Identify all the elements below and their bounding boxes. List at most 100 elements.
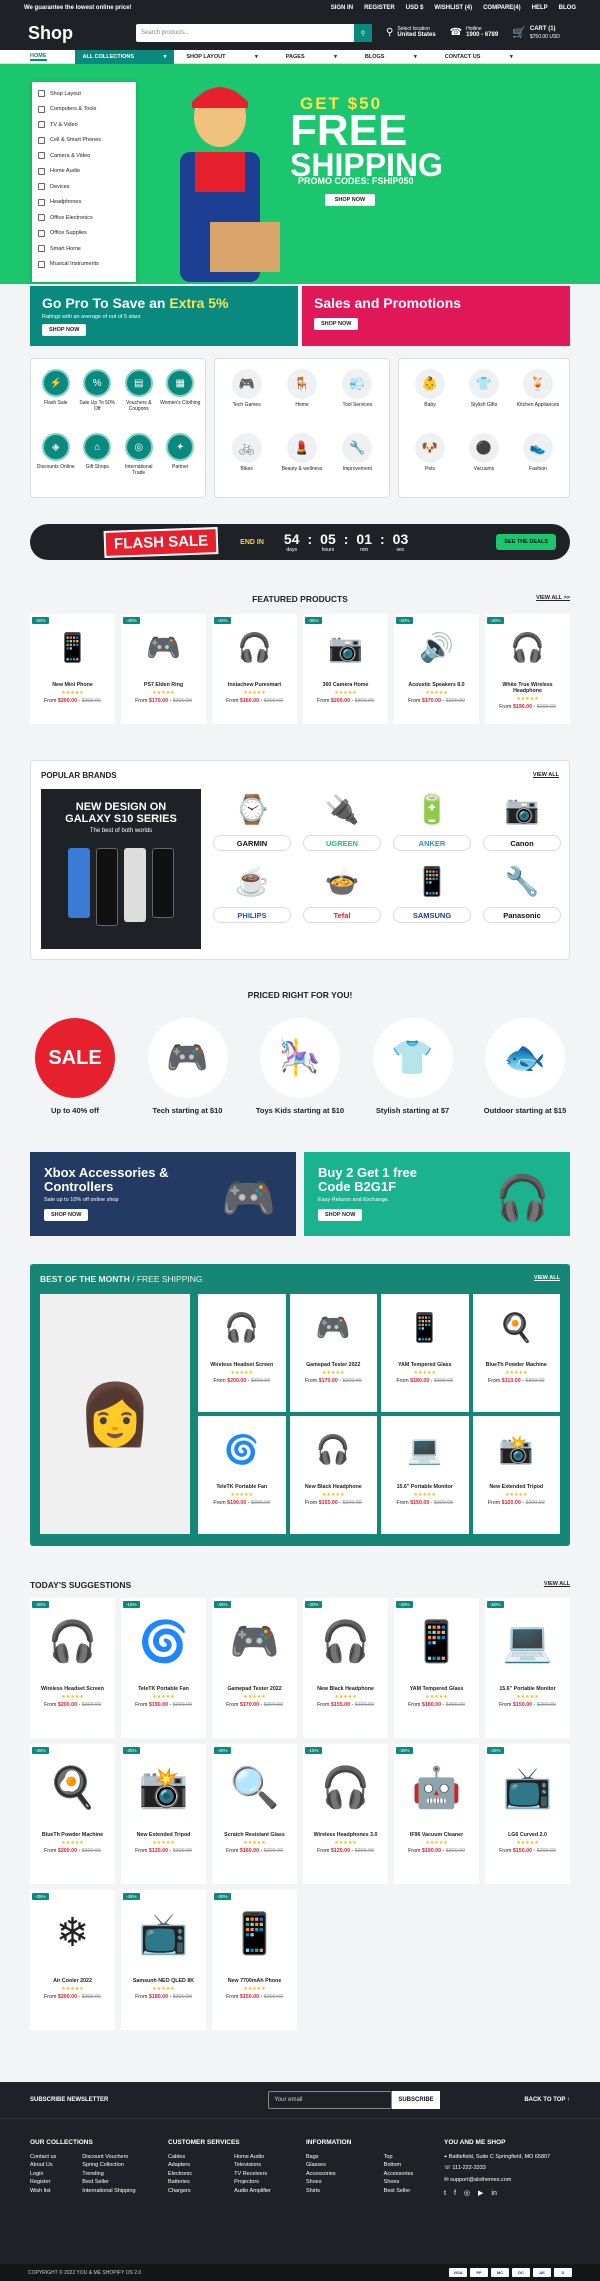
footer-link[interactable]: Best Seller	[384, 2187, 414, 2196]
product-name[interactable]: BlueTh Powder Machine	[476, 1362, 558, 1368]
product-image[interactable]: 🍳	[476, 1298, 558, 1356]
category-kitchen[interactable]: 🍹 Kitchen Appliances	[511, 369, 565, 423]
product-name[interactable]: Wireless Headset Screen	[201, 1362, 283, 1368]
product-image[interactable]: 🎧	[33, 1602, 112, 1680]
product-name[interactable]: BlueTh Powder Machine	[33, 1832, 112, 1838]
promo-shop-button[interactable]: SHOP NOW	[42, 324, 87, 336]
product-name[interactable]: YAM Tempered Glass	[384, 1362, 466, 1368]
footer-link[interactable]: Trending	[82, 2170, 140, 2179]
best-view-all[interactable]: VIEW ALL	[534, 1275, 560, 1281]
category-partner[interactable]: ✦ Partner	[160, 433, 202, 487]
category-beauty[interactable]: 💄 Beauty & wellness	[274, 433, 329, 487]
blog-link[interactable]: BLOG	[559, 5, 576, 11]
product-card[interactable]: -20% 🔊 Acoustic Speakers 8.0 ★★★★★ From $170…	[394, 614, 479, 724]
footer-link[interactable]: Accessories	[306, 2170, 336, 2179]
category-discounts[interactable]: ◈ Discounts Online	[35, 433, 77, 487]
see-deals-button[interactable]: SEE THE DEALS	[496, 534, 556, 550]
product-image[interactable]: 🤖	[397, 1748, 476, 1826]
galaxy-banner[interactable]: NEW DESIGN ON GALAXY S10 SERIES The best…	[41, 789, 201, 949]
b2g1f-banner[interactable]: Buy 2 Get 1 free Code B2G1F Easy Returns…	[304, 1152, 570, 1236]
email-field[interactable]: Your email	[268, 2091, 393, 2109]
menu-item[interactable]: Office Electronics	[32, 210, 136, 226]
product-image[interactable]: 📸	[124, 1748, 203, 1826]
product-image[interactable]: 📸	[476, 1420, 558, 1478]
product-image[interactable]: 🎮	[215, 1602, 294, 1680]
footer-link[interactable]: Login	[30, 2170, 56, 2179]
product-card[interactable]: 📱 YAM Tempered Glass ★★★★★ From $180.00 - $…	[381, 1294, 469, 1412]
category-tool-services[interactable]: 💨 Tool Services	[330, 369, 385, 423]
menu-item[interactable]: Devices	[32, 179, 136, 195]
register-link[interactable]: REGISTER	[364, 5, 395, 11]
product-name[interactable]: Air Cooler 2022	[33, 1978, 112, 1984]
footer-link[interactable]: Televisions	[234, 2161, 271, 2170]
logo[interactable]: Shop	[28, 23, 136, 44]
category-international[interactable]: ◎ International Trade	[118, 433, 160, 487]
product-card[interactable]: -45% 🎮 Gamepad Tester 2022 ★★★★★ From $170.0…	[212, 1598, 297, 1738]
subscribe-button[interactable]: SUBSCRIBE	[392, 2091, 440, 2109]
hero-shop-button[interactable]: SHOP NOW	[325, 194, 375, 206]
nav-contact[interactable]: CONTACT US ▾	[445, 54, 513, 60]
nav-home[interactable]: HOME	[30, 53, 47, 61]
help-link[interactable]: HELP	[532, 5, 548, 11]
currency-select[interactable]: USD $	[406, 5, 424, 11]
category-vouchers[interactable]: ▤ Vouchers & Coupons	[118, 369, 160, 423]
back-to-top-button[interactable]: BACK TO TOP ↑	[524, 2097, 570, 2103]
product-image[interactable]: 🌀	[201, 1420, 283, 1478]
product-card[interactable]: -30% 🎧 Wireless Headset Screen ★★★★★ From $2…	[30, 1598, 115, 1738]
footer-link[interactable]: Chargers	[168, 2187, 192, 2196]
product-card[interactable]: -35% ❄ Air Cooler 2022 ★★★★★ From $200.00 - …	[30, 1890, 115, 2030]
footer-link[interactable]: Bottom	[384, 2161, 414, 2170]
product-name[interactable]: Gamepad Tester 2022	[215, 1686, 294, 1692]
product-card[interactable]: 🎧 New Black Headphone ★★★★★ From $155.00 - …	[289, 1416, 377, 1534]
category-pets[interactable]: 🐶 Pets	[403, 433, 457, 487]
product-card[interactable]: -40% 🎧 White True Wireless Headphone ★★★★★ F…	[485, 614, 570, 724]
product-card[interactable]: -15% 🎧 Wireless Headphones 3.0 ★★★★★ From $1…	[303, 1744, 388, 1884]
brand-item[interactable]: 🔧 Panasonic	[481, 859, 563, 923]
category-flash-sale[interactable]: ⚡ Flash Sale	[35, 369, 77, 423]
footer-link[interactable]: Discount Vouchers	[82, 2153, 140, 2162]
location-selector[interactable]: ⚲ Select location United States	[386, 26, 436, 40]
footer-link[interactable]: Best Seller	[82, 2178, 140, 2187]
product-card[interactable]: -40% 🎮 PS7 Elden Ring ★★★★★ From $170.00 - $…	[121, 614, 206, 724]
product-card[interactable]: -35% 📸 New Extended Tripod ★★★★★ From $120.0…	[121, 1744, 206, 1884]
product-card[interactable]: -35% 🤖 IF96 Vacuum Cleaner ★★★★★ From $190.0…	[394, 1744, 479, 1884]
product-name[interactable]: TeleTK Portable Fan	[124, 1686, 203, 1692]
twitter-icon[interactable]: t	[444, 2190, 446, 2199]
facebook-icon[interactable]: f	[454, 2190, 456, 2199]
product-card[interactable]: 💻 15.6" Portable Monitor ★★★★★ From $150.00…	[381, 1416, 469, 1534]
wishlist-link[interactable]: WISHLIST (4)	[434, 5, 472, 11]
sign-in-link[interactable]: SIGN IN	[331, 5, 353, 11]
product-card[interactable]: -45% 🍳 BlueTh Powder Machine ★★★★★ From $200…	[30, 1744, 115, 1884]
brand-logo-tefal[interactable]: Tefal	[303, 907, 381, 923]
category-bikes[interactable]: 🚲 Bikes	[219, 433, 274, 487]
brands-view-all[interactable]: VIEW ALL	[533, 772, 559, 778]
category-stylish-gifts[interactable]: 👕 Stylish Gifts	[457, 369, 511, 423]
product-name[interactable]: 360 Camera Home	[306, 682, 385, 688]
product-name[interactable]: New Black Headphone	[293, 1484, 375, 1490]
product-name[interactable]: New 7700mAh Phone	[215, 1978, 294, 1984]
product-image[interactable]: 🎧	[215, 618, 294, 676]
product-card[interactable]: 🍳 BlueTh Powder Machine ★★★★★ From $110.00 …	[472, 1294, 560, 1412]
product-card[interactable]: 🎧 Wireless Headset Screen ★★★★★ From $200.0…	[198, 1294, 286, 1412]
product-card[interactable]: -50% 💻 15.6" Portable Monitor ★★★★★ From $15…	[485, 1598, 570, 1738]
product-card[interactable]: 📸 New Extended Tripod ★★★★★ From $120.00 - …	[472, 1416, 560, 1534]
footer-link[interactable]: Top	[384, 2153, 414, 2162]
footer-link[interactable]: Wish list	[30, 2187, 56, 2196]
cart-button[interactable]: 🛒 CART (1) $750.00 USD	[512, 26, 560, 40]
product-image[interactable]: ❄	[33, 1894, 112, 1972]
footer-email[interactable]: ✉ support@alothemes.com	[444, 2176, 574, 2185]
promo-shop-button[interactable]: SHOP NOW	[314, 318, 359, 330]
product-name[interactable]: Acoustic Speakers 8.0	[397, 682, 476, 688]
category-tech-games[interactable]: 🎮 Tech Games	[219, 369, 274, 423]
footer-link[interactable]: Shoes	[306, 2178, 336, 2187]
priced-item-sale[interactable]: SALE Up to 40% off	[30, 1018, 120, 1115]
menu-item[interactable]: Smart Home	[32, 241, 136, 257]
product-name[interactable]: YAM Tempered Glass	[397, 1686, 476, 1692]
product-image[interactable]: 🎧	[293, 1420, 375, 1478]
product-card[interactable]: -25% 📺 LG6 Curved 2.0 ★★★★★ From $150.00 - $…	[485, 1744, 570, 1884]
product-card[interactable]: -40% 📱 YAM Tempered Glass ★★★★★ From $180.00…	[394, 1598, 479, 1738]
footer-link[interactable]: Shoes	[384, 2178, 414, 2187]
menu-item[interactable]: TV & Video	[32, 117, 136, 133]
product-image[interactable]: 🔊	[397, 618, 476, 676]
linkedin-icon[interactable]: in	[491, 2190, 496, 2199]
